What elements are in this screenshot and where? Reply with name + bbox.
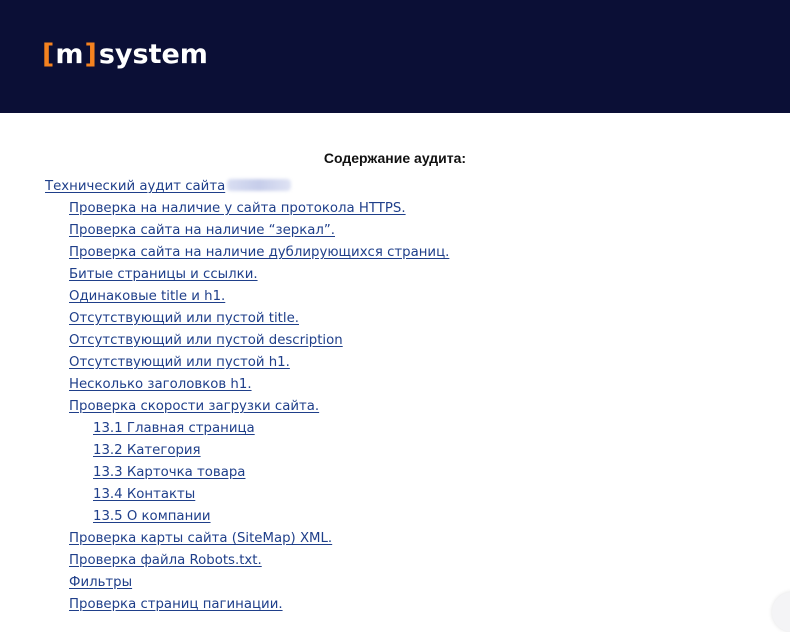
toc-item: 13.1 Главная страница bbox=[0, 418, 790, 440]
toc-link[interactable]: Проверка файла Robots.txt. bbox=[69, 553, 262, 568]
toc-item: Проверка на наличие у сайта протокола HT… bbox=[0, 198, 790, 220]
toc-link[interactable]: Отсутствующий или пустой h1. bbox=[69, 355, 290, 370]
toc-item: 13.3 Карточка товара bbox=[0, 462, 790, 484]
logo-wordmark: system bbox=[98, 38, 208, 70]
toc-item: Проверка сайта на наличие дублирующихся … bbox=[0, 242, 790, 264]
logo-bracket-open: [ bbox=[42, 38, 55, 70]
toc-link[interactable]: Отсутствующий или пустой title. bbox=[69, 311, 299, 326]
toc-item: Битые страницы и ссылки. bbox=[0, 264, 790, 286]
toc-item: Проверка скорости загрузки сайта. bbox=[0, 396, 790, 418]
logo-letter: m bbox=[55, 38, 84, 70]
toc-link[interactable]: Технический аудит сайта bbox=[45, 179, 225, 194]
toc-link[interactable]: Отсутствующий или пустой description bbox=[69, 333, 343, 348]
toc-link[interactable]: 13.4 Контакты bbox=[93, 487, 195, 502]
toc-item: Проверка сайта на наличие “зеркал”. bbox=[0, 220, 790, 242]
toc-link[interactable]: 13.3 Карточка товара bbox=[93, 465, 245, 480]
toc-link[interactable]: Битые страницы и ссылки. bbox=[69, 267, 258, 282]
toc-item: 13.4 Контакты bbox=[0, 484, 790, 506]
logo-bracket-close: ] bbox=[84, 38, 97, 70]
toc-link[interactable]: Проверка карты сайта (SiteMap) XML. bbox=[69, 531, 332, 546]
toc-item: Несколько заголовков h1. bbox=[0, 374, 790, 396]
toc-link[interactable]: Проверка сайта на наличие “зеркал”. bbox=[69, 223, 335, 238]
page-header: [m] system bbox=[0, 0, 790, 113]
toc-item: Проверка файла Robots.txt. bbox=[0, 550, 790, 572]
toc-link[interactable]: Проверка страниц пагинации. bbox=[69, 597, 283, 612]
toc-item: Отсутствующий или пустой title. bbox=[0, 308, 790, 330]
msystem-logo: [m] system bbox=[42, 36, 208, 72]
toc-link[interactable]: 13.5 О компании bbox=[93, 509, 211, 524]
toc-title: Содержание аудита: bbox=[323, 150, 467, 166]
toc-item: Отсутствующий или пустой h1. bbox=[0, 352, 790, 374]
toc-link[interactable]: Одинаковые title и h1. bbox=[69, 289, 225, 304]
table-of-contents: Технический аудит сайта Проверка на налич… bbox=[0, 176, 790, 616]
toc-item: Проверка карты сайта (SiteMap) XML. bbox=[0, 528, 790, 550]
redacted-domain bbox=[227, 179, 292, 191]
toc-item: Одинаковые title и h1. bbox=[0, 286, 790, 308]
toc-item: Фильтры bbox=[0, 572, 790, 594]
toc-link[interactable]: Проверка скорости загрузки сайта. bbox=[69, 399, 319, 414]
toc-link[interactable]: 13.2 Категория bbox=[93, 443, 201, 458]
toc-item: Технический аудит сайта bbox=[0, 176, 790, 198]
toc-link[interactable]: Фильтры bbox=[69, 575, 132, 590]
toc-link[interactable]: Проверка сайта на наличие дублирующихся … bbox=[69, 245, 449, 260]
toc-item: Отсутствующий или пустой description bbox=[0, 330, 790, 352]
toc-item: 13.2 Категория bbox=[0, 440, 790, 462]
toc-link[interactable]: Несколько заголовков h1. bbox=[69, 377, 252, 392]
toc-link[interactable]: Проверка на наличие у сайта протокола HT… bbox=[69, 201, 406, 216]
toc-link[interactable]: 13.1 Главная страница bbox=[93, 421, 255, 436]
toc-item: 13.5 О компании bbox=[0, 506, 790, 528]
